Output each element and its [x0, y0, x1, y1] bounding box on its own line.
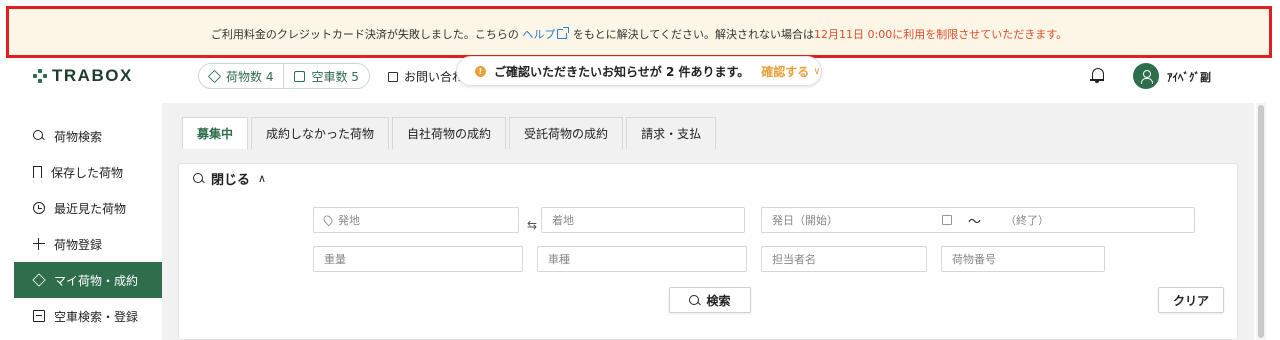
truck-icon: [294, 70, 306, 82]
origin-input[interactable]: 発地: [313, 207, 519, 233]
search-button-label: 検索: [706, 293, 731, 308]
sidebar: 荷物検索 保存した荷物 最近見た荷物 荷物登録 マイ荷物・成約 空車検索・登録: [14, 118, 162, 334]
date-start-placeholder: 発日（開始）: [772, 214, 838, 227]
clock-icon: [33, 202, 45, 214]
tab-not-contracted[interactable]: 成約しなかった荷物: [251, 117, 390, 149]
weight-placeholder: 重量: [324, 253, 346, 266]
payment-alert-message: ご利用料金のクレジットカード決済が失敗しました。こちらの ヘルプ をもとに解決し…: [9, 26, 1269, 42]
sidebar-item-cargo-register[interactable]: 荷物登録: [14, 226, 162, 262]
destination-input[interactable]: 着地: [541, 207, 745, 233]
cargo-count-label: 荷物数 4: [226, 69, 274, 84]
tab-own-contracts[interactable]: 自社荷物の成約: [392, 117, 507, 149]
bookmark-icon: [33, 166, 42, 178]
truck-icon: [33, 310, 45, 322]
notice-text: ご確認いただきたいお知らせが 2 件あります。: [494, 64, 750, 79]
weight-input[interactable]: 重量: [313, 246, 523, 272]
count-pill: 荷物数 4 空車数 5: [198, 63, 370, 89]
cargo-count-button[interactable]: 荷物数 4: [199, 64, 283, 88]
user-name[interactable]: ｱｲﾍﾞｸﾞ副: [1167, 69, 1211, 85]
info-icon: !: [475, 65, 486, 77]
scrollbar-thumb[interactable]: [1258, 105, 1264, 338]
avatar[interactable]: [1133, 63, 1159, 89]
sidebar-item-label: 保存した荷物: [51, 165, 124, 180]
main-panel: 募集中 成約しなかった荷物 自社荷物の成約 受託荷物の成約 請求・支払 閉じる …: [162, 103, 1254, 340]
staff-name-input[interactable]: 担当者名: [761, 246, 927, 272]
alert-deadline-text: 12月11日 0:00に利用を制限させていただきます。: [814, 28, 1068, 41]
search-icon: [193, 172, 205, 185]
date-end-placeholder: （終了）: [1005, 214, 1050, 227]
sidebar-item-label: 空車検索・登録: [54, 309, 139, 324]
scrollbar[interactable]: [1256, 103, 1266, 340]
cube-icon: [32, 273, 46, 287]
alert-prefix-text: ご利用料金のクレジットカード決済が失敗しました。こちらの: [210, 28, 519, 41]
search-button[interactable]: 検索: [669, 287, 751, 313]
origin-placeholder: 発地: [338, 214, 360, 227]
search-panel: 閉じる ∧ 発地 ⇆ 着地 発日（開始） 〜 （終了） 重量 車種 担当者名 荷…: [178, 163, 1238, 340]
sidebar-item-recent-cargo[interactable]: 最近見た荷物: [14, 190, 162, 226]
sidebar-item-cargo-search[interactable]: 荷物検索: [14, 118, 162, 154]
tab-recruiting[interactable]: 募集中: [182, 117, 249, 149]
vehicle-placeholder: 車種: [548, 253, 570, 266]
sidebar-item-label: マイ荷物・成約: [54, 273, 139, 288]
chevron-up-icon: ∧: [258, 172, 267, 185]
sidebar-item-label: 最近見た荷物: [54, 201, 127, 216]
date-range-input[interactable]: 発日（開始） 〜 （終了）: [761, 207, 1195, 233]
help-link-label[interactable]: ヘルプ: [522, 28, 555, 41]
sidebar-item-my-cargo[interactable]: マイ荷物・成約: [14, 262, 162, 298]
collapse-toggle-label: 閉じる: [211, 173, 251, 188]
calendar-icon[interactable]: [942, 215, 952, 225]
date-range-separator: 〜: [968, 214, 982, 230]
notice-pill[interactable]: ! ご確認いただきたいお知らせが 2 件あります。 確認する ∨: [456, 56, 822, 86]
search-icon: [33, 130, 45, 142]
tab-bar: 募集中 成約しなかった荷物 自社荷物の成約 受託荷物の成約 請求・支払: [182, 117, 719, 149]
cube-icon: [207, 69, 222, 83]
logo-text: TRABOX: [52, 66, 133, 85]
trabox-logo[interactable]: TRABOX: [33, 66, 133, 86]
plus-icon: [33, 238, 45, 250]
chevron-down-icon[interactable]: ∨: [813, 66, 820, 77]
clear-button[interactable]: クリア: [1158, 287, 1224, 313]
sidebar-item-truck-search[interactable]: 空車検索・登録: [14, 298, 162, 334]
logo-mark-icon: [33, 69, 47, 83]
help-link[interactable]: ヘルプ: [522, 27, 570, 41]
bell-icon[interactable]: [1090, 67, 1104, 83]
swap-icon[interactable]: ⇆: [521, 212, 543, 238]
sidebar-item-label: 荷物登録: [54, 237, 103, 252]
cargo-number-placeholder: 荷物番号: [952, 253, 996, 266]
destination-placeholder: 着地: [552, 214, 574, 227]
tab-billing[interactable]: 請求・支払: [626, 117, 717, 149]
vehicle-type-input[interactable]: 車種: [537, 246, 747, 272]
sidebar-item-saved-cargo[interactable]: 保存した荷物: [14, 154, 162, 190]
truck-count-label: 空車数 5: [311, 69, 359, 84]
copy-icon: [388, 71, 398, 82]
location-pin-icon: [321, 213, 335, 227]
external-link-icon[interactable]: [557, 27, 570, 39]
cargo-number-input[interactable]: 荷物番号: [941, 246, 1105, 272]
search-icon: [689, 294, 700, 306]
truck-count-button[interactable]: 空車数 5: [283, 64, 368, 88]
collapse-toggle[interactable]: 閉じる ∧: [193, 169, 266, 188]
clear-button-label: クリア: [1172, 293, 1209, 308]
staff-placeholder: 担当者名: [772, 253, 816, 266]
notice-confirm-button[interactable]: 確認する: [761, 63, 809, 80]
tab-consigned-contracts[interactable]: 受託荷物の成約: [509, 117, 624, 149]
sidebar-item-label: 荷物検索: [54, 129, 103, 144]
payment-alert-banner: ご利用料金のクレジットカード決済が失敗しました。こちらの ヘルプ をもとに解決し…: [6, 6, 1272, 58]
alert-middle-text: をもとに解決してください。解決されない場合は: [572, 28, 815, 41]
